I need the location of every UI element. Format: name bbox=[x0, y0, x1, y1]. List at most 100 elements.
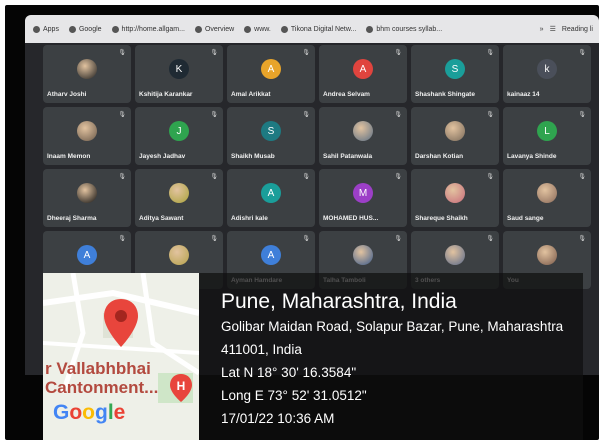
avatar: M bbox=[353, 183, 373, 203]
avatar-photo bbox=[445, 183, 465, 203]
mic-off-icon: 🎙 bbox=[302, 50, 310, 56]
participant-tile[interactable]: 🎙 Atharv Joshi bbox=[43, 45, 131, 103]
map-poi-label: r Vallabhbhai Cantonment... bbox=[45, 359, 159, 397]
participant-tile[interactable]: 🎙 Aditya Sawant bbox=[135, 169, 223, 227]
participant-tile[interactable]: 🎙 Dheeraj Sharma bbox=[43, 169, 131, 227]
avatar: L bbox=[537, 121, 557, 141]
longitude: Long E 73° 52' 31.0512" bbox=[221, 388, 367, 403]
bookmark-apps[interactable]: Apps bbox=[33, 25, 59, 33]
participant-name: Adishri kale bbox=[231, 215, 268, 222]
mic-off-icon: 🎙 bbox=[486, 112, 494, 118]
participant-name: Shashank Shingate bbox=[415, 91, 475, 98]
mic-off-icon: 🎙 bbox=[302, 112, 310, 118]
latitude: Lat N 18° 30' 16.3584" bbox=[221, 365, 357, 380]
participant-tile[interactable]: 🎙 A Andrea Selvam bbox=[319, 45, 407, 103]
avatar-photo bbox=[353, 121, 373, 141]
mic-off-icon: 🎙 bbox=[210, 112, 218, 118]
svg-text:H: H bbox=[177, 379, 186, 393]
participant-tile[interactable]: 🎙 K Kshitija Karankar bbox=[135, 45, 223, 103]
bookmark-bhm-courses[interactable]: bhm courses syllab... bbox=[366, 25, 442, 33]
avatar-photo bbox=[445, 121, 465, 141]
participant-name: Shaikh Musab bbox=[231, 153, 275, 160]
mic-off-icon: 🎙 bbox=[394, 112, 402, 118]
participant-tile[interactable]: 🎙 k kainaaz 14 bbox=[503, 45, 591, 103]
participant-name: Jayesh Jadhav bbox=[139, 153, 186, 160]
address-line-1: Golibar Maidan Road, Solapur Bazar, Pune… bbox=[221, 319, 564, 334]
mic-off-icon: 🎙 bbox=[210, 236, 218, 242]
mic-off-icon: 🎙 bbox=[578, 50, 586, 56]
avatar-photo bbox=[537, 245, 557, 265]
participant-tile[interactable]: 🎙 Darshan Kotian bbox=[411, 107, 499, 165]
avatar: A bbox=[261, 59, 281, 79]
participant-tile[interactable]: 🎙 Inaam Memon bbox=[43, 107, 131, 165]
google-icon bbox=[68, 25, 76, 33]
avatar-photo bbox=[77, 183, 97, 203]
mic-off-icon: 🎙 bbox=[486, 236, 494, 242]
participant-name: Andrea Selvam bbox=[323, 91, 370, 98]
participant-tile[interactable]: 🎙 S Shashank Shingate bbox=[411, 45, 499, 103]
participant-name: Shareque Shaikh bbox=[415, 215, 468, 222]
more-icon[interactable]: » bbox=[540, 26, 544, 33]
participant-name: Amal Arikkat bbox=[231, 91, 271, 98]
participant-tile[interactable]: 🎙 S Shaikh Musab bbox=[227, 107, 315, 165]
address-line-2: 411001, India bbox=[221, 342, 302, 357]
map-thumbnail: r Vallabhbhai Cantonment... H Google bbox=[43, 273, 199, 440]
participant-name: Inaam Memon bbox=[47, 153, 91, 160]
location-title: Pune, Maharashtra, India bbox=[221, 290, 457, 313]
bookmark-tikona[interactable]: Tikona Digital Netw... bbox=[280, 25, 356, 33]
page-icon bbox=[194, 25, 202, 33]
avatar: A bbox=[353, 59, 373, 79]
bookmark-overview[interactable]: Overview bbox=[194, 25, 234, 33]
participant-tile[interactable]: 🎙 A Amal Arikkat bbox=[227, 45, 315, 103]
mic-off-icon: 🎙 bbox=[118, 236, 126, 242]
mic-off-icon: 🎙 bbox=[118, 112, 126, 118]
avatar: S bbox=[445, 59, 465, 79]
bookmark-allgames[interactable]: http://home.allgam... bbox=[111, 25, 185, 33]
avatar-photo bbox=[537, 183, 557, 203]
mic-off-icon: 🎙 bbox=[578, 112, 586, 118]
avatar-photo bbox=[77, 59, 97, 79]
participant-tile[interactable]: 🎙 Sahil Patanwala bbox=[319, 107, 407, 165]
participant-name: Lavanya Shinde bbox=[507, 153, 557, 160]
page-icon bbox=[111, 25, 119, 33]
avatar-photo bbox=[169, 245, 189, 265]
participant-tile[interactable]: 🎙 M MOHAMED HUS... bbox=[319, 169, 407, 227]
participant-name: Dheeraj Sharma bbox=[47, 215, 97, 222]
participant-tile[interactable]: 🎙 Shareque Shaikh bbox=[411, 169, 499, 227]
participant-name: Kshitija Karankar bbox=[139, 91, 193, 98]
reading-list-icon[interactable]: ☰ bbox=[550, 25, 556, 33]
page-icon bbox=[280, 25, 288, 33]
participant-tile[interactable]: 🎙 A Adishri kale bbox=[227, 169, 315, 227]
bookmark-google[interactable]: Google bbox=[68, 25, 102, 33]
mic-off-icon: 🎙 bbox=[118, 174, 126, 180]
reading-list-label[interactable]: Reading li bbox=[562, 26, 593, 33]
mic-off-icon: 🎙 bbox=[578, 236, 586, 242]
avatar-photo bbox=[445, 245, 465, 265]
participant-name: Sahil Patanwala bbox=[323, 153, 373, 160]
bookmarks-bar: Apps Google http://home.allgam... Overvi… bbox=[25, 15, 599, 43]
participant-name: Saud sange bbox=[507, 215, 544, 222]
mic-off-icon: 🎙 bbox=[210, 50, 218, 56]
mic-off-icon: 🎙 bbox=[302, 236, 310, 242]
photo-frame: Apps Google http://home.allgam... Overvi… bbox=[5, 5, 599, 440]
avatar-photo bbox=[169, 183, 189, 203]
avatar: S bbox=[261, 121, 281, 141]
location-info: Pune, Maharashtra, India Golibar Maidan … bbox=[221, 289, 591, 430]
mic-off-icon: 🎙 bbox=[394, 236, 402, 242]
participant-tile[interactable]: 🎙 L Lavanya Shinde bbox=[503, 107, 591, 165]
avatar-photo bbox=[353, 245, 373, 265]
mic-off-icon: 🎙 bbox=[578, 174, 586, 180]
participant-name: Aditya Sawant bbox=[139, 215, 184, 222]
participant-tile[interactable]: 🎙 Saud sange bbox=[503, 169, 591, 227]
avatar: A bbox=[261, 245, 281, 265]
apps-icon bbox=[33, 25, 40, 33]
bookmark-www[interactable]: www. bbox=[244, 25, 271, 33]
mic-off-icon: 🎙 bbox=[486, 50, 494, 56]
participant-tile[interactable]: 🎙 J Jayesh Jadhav bbox=[135, 107, 223, 165]
avatar-photo bbox=[77, 121, 97, 141]
mic-off-icon: 🎙 bbox=[394, 50, 402, 56]
location-pin-icon bbox=[104, 299, 138, 347]
avatar: A bbox=[261, 183, 281, 203]
participant-name: Darshan Kotian bbox=[415, 153, 464, 160]
google-logo: Google bbox=[53, 401, 126, 424]
